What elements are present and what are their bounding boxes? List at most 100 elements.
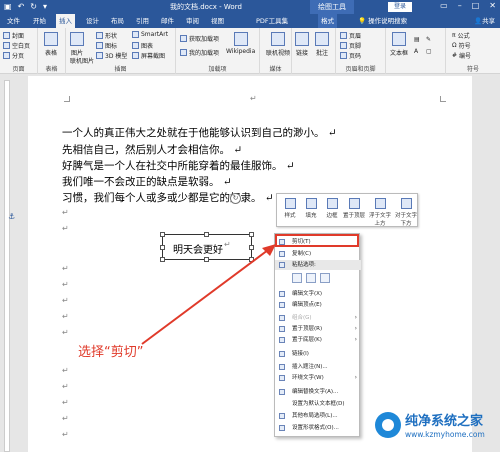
header-button[interactable]: 页眉 xyxy=(340,31,361,40)
outline-button[interactable]: 边框 xyxy=(321,196,343,226)
in-front-of-text-button[interactable]: 浮于文字上方 xyxy=(367,196,393,227)
tab-format[interactable]: 格式 xyxy=(318,14,337,28)
tab-file[interactable]: 文件 xyxy=(4,14,23,28)
anchor-icon: ⚓ xyxy=(8,212,16,221)
equation-button[interactable]: π 公式 xyxy=(452,31,470,40)
document-line-5[interactable]: 习惯，我们每个人或多或少都是它的奴隶。 ↵ xyxy=(62,190,274,205)
get-addins-button[interactable]: 获取加载项 xyxy=(180,34,219,43)
menu-item-insert-caption[interactable]: 插入题注(N)... xyxy=(275,362,361,372)
paragraph-mark: ↵ xyxy=(62,280,69,289)
rotate-handle-icon[interactable]: ↻ xyxy=(230,193,241,204)
menu-item-bring-to-front[interactable]: 置于顶层(R) › xyxy=(275,324,361,334)
save-icon[interactable]: ▣ xyxy=(4,2,12,11)
numbering-icon: # xyxy=(452,52,458,59)
tab-insert[interactable]: 插入 xyxy=(56,14,75,28)
tab-mailings[interactable]: 邮件 xyxy=(158,14,177,28)
bring-to-front-button[interactable]: 置于顶层 xyxy=(342,196,366,226)
page-break-button[interactable]: 分页 xyxy=(3,51,24,60)
document-line-2[interactable]: 先相信自己，然后别人才会相信你。 ↵ xyxy=(62,142,242,157)
paste-picture-icon[interactable] xyxy=(306,273,316,283)
menu-item-edit-alt-text[interactable]: 编辑替换文字(A)... xyxy=(275,387,361,397)
icons-button[interactable]: 图标 xyxy=(96,41,117,50)
cover-page-button[interactable]: 封面 xyxy=(3,31,24,40)
chart-button[interactable]: 图表 xyxy=(132,41,153,50)
wordart-icon[interactable]: A xyxy=(414,48,418,55)
style-button[interactable]: 样式 xyxy=(279,196,301,226)
behind-text-button[interactable]: 对于文字下方 xyxy=(393,196,419,227)
page-number-button[interactable]: 页码 xyxy=(340,51,361,60)
document-title: 我的文档.docx - Word xyxy=(170,3,242,11)
menu-item-link[interactable]: 链接(I) xyxy=(275,349,361,359)
my-addins-button[interactable]: 我的加载项 xyxy=(180,48,219,57)
blank-page-button[interactable]: 空白页 xyxy=(3,41,30,50)
my-addins-icon xyxy=(180,49,187,56)
tab-references[interactable]: 引用 xyxy=(133,14,152,28)
undo-icon[interactable]: ↶ xyxy=(18,2,25,11)
group-label-tables: 表格 xyxy=(45,66,58,73)
resize-handle-n[interactable] xyxy=(204,232,209,237)
signature-icon[interactable]: ✎ xyxy=(426,36,431,43)
shapes-button[interactable]: 形状 xyxy=(96,31,117,40)
group-label-pages: 页面 xyxy=(12,66,25,73)
screenshot-button[interactable]: 屏幕截图 xyxy=(132,51,165,60)
paste-text-only-icon[interactable] xyxy=(320,273,330,283)
tell-me-search[interactable]: 💡 操作说明搜索 xyxy=(358,14,407,28)
ribbon-display-icon[interactable]: ▭ xyxy=(440,1,448,10)
paste-keep-format-icon[interactable] xyxy=(292,273,302,283)
mini-toolbar: 样式 填充 边框 置于顶层 浮于文字上方 对于文字下方 xyxy=(276,193,418,227)
comment-button[interactable]: 批注 xyxy=(315,32,329,57)
online-video-button[interactable]: 联机视频 xyxy=(266,32,290,57)
text-box-button[interactable]: 文本框 xyxy=(390,32,408,57)
maximize-icon[interactable]: □ xyxy=(472,1,480,10)
paragraph-mark: ↵ xyxy=(62,224,69,233)
resize-handle-ne[interactable] xyxy=(249,232,254,237)
tab-layout[interactable]: 布局 xyxy=(108,14,127,28)
object-icon[interactable]: ▢ xyxy=(426,48,432,55)
tab-design[interactable]: 设计 xyxy=(83,14,102,28)
fill-button[interactable]: 填充 xyxy=(300,196,322,226)
document-line-1[interactable]: 一个人的真正伟大之处就在于他能够认识到自己的渺小。 ↵ xyxy=(62,125,337,140)
customize-qa-icon[interactable]: ▾ xyxy=(43,2,47,11)
menu-item-set-default-textbox[interactable]: 设置为默认文本框(D) xyxy=(275,399,361,409)
resize-handle-se[interactable] xyxy=(249,257,254,262)
quick-parts-icon[interactable]: ▤ xyxy=(414,36,420,43)
resize-handle-w[interactable] xyxy=(160,245,165,250)
pictures-button[interactable]: 图片 xyxy=(70,32,84,57)
menu-item-edit-points[interactable]: 编辑顶点(E) xyxy=(275,300,361,310)
minimize-icon[interactable]: – xyxy=(458,1,462,10)
tab-home[interactable]: 开始 xyxy=(30,14,49,28)
menu-item-format-shape[interactable]: 设置形状格式(O)... xyxy=(275,423,361,433)
3d-models-button[interactable]: 3D 模型 xyxy=(96,51,127,60)
tab-view[interactable]: 视图 xyxy=(208,14,227,28)
menu-item-send-to-back[interactable]: 置于底层(K) › xyxy=(275,335,361,345)
resize-handle-e[interactable] xyxy=(249,245,254,250)
text-box-content[interactable]: 明天会更好 xyxy=(173,241,223,256)
resize-handle-nw[interactable] xyxy=(160,232,165,237)
close-icon[interactable]: ✕ xyxy=(489,1,496,10)
context-menu: 剪切(T) 复制(C) 粘贴选项: 编辑文字(X) 编辑顶点(E) 组合(G) ›… xyxy=(274,233,361,437)
ribbon-group-tables: 表格 表格 xyxy=(38,28,66,74)
redo-icon[interactable]: ↻ xyxy=(30,2,37,11)
menu-item-copy[interactable]: 复制(C) xyxy=(275,249,361,259)
numbering-button[interactable]: # 编号 xyxy=(452,51,471,60)
menu-item-more-layout-options[interactable]: 其他布局选项(L)... xyxy=(275,411,361,421)
link-button[interactable]: 链接 xyxy=(295,32,309,57)
smartart-button[interactable]: SmartArt xyxy=(132,31,168,38)
paragraph-mark: ↵ xyxy=(62,208,69,217)
tab-review[interactable]: 审阅 xyxy=(183,14,202,28)
menu-item-wrap-text[interactable]: 环绕文字(W) › xyxy=(275,373,361,383)
screenshot-icon xyxy=(132,52,139,59)
resize-handle-sw[interactable] xyxy=(160,257,165,262)
table-button[interactable]: 表格 xyxy=(44,32,58,57)
share-button[interactable]: 👤共享 xyxy=(474,14,495,28)
menu-item-edit-text[interactable]: 编辑文字(X) xyxy=(275,289,361,299)
tab-pdf-tools[interactable]: PDF工具集 xyxy=(253,14,291,28)
login-button[interactable]: 登录 xyxy=(388,2,412,12)
chart-icon xyxy=(132,42,139,49)
document-line-4[interactable]: 我们唯一不会改正的缺点是软弱。 ↵ xyxy=(62,174,232,189)
symbol-button[interactable]: Ω 符号 xyxy=(452,41,471,50)
wikipedia-button[interactable]: Wikipedia xyxy=(226,32,255,55)
document-line-3[interactable]: 好脾气是一个人在社交中所能穿着的最佳服饰。 ↵ xyxy=(62,158,295,173)
resize-handle-s[interactable] xyxy=(204,257,209,262)
footer-button[interactable]: 页脚 xyxy=(340,41,361,50)
